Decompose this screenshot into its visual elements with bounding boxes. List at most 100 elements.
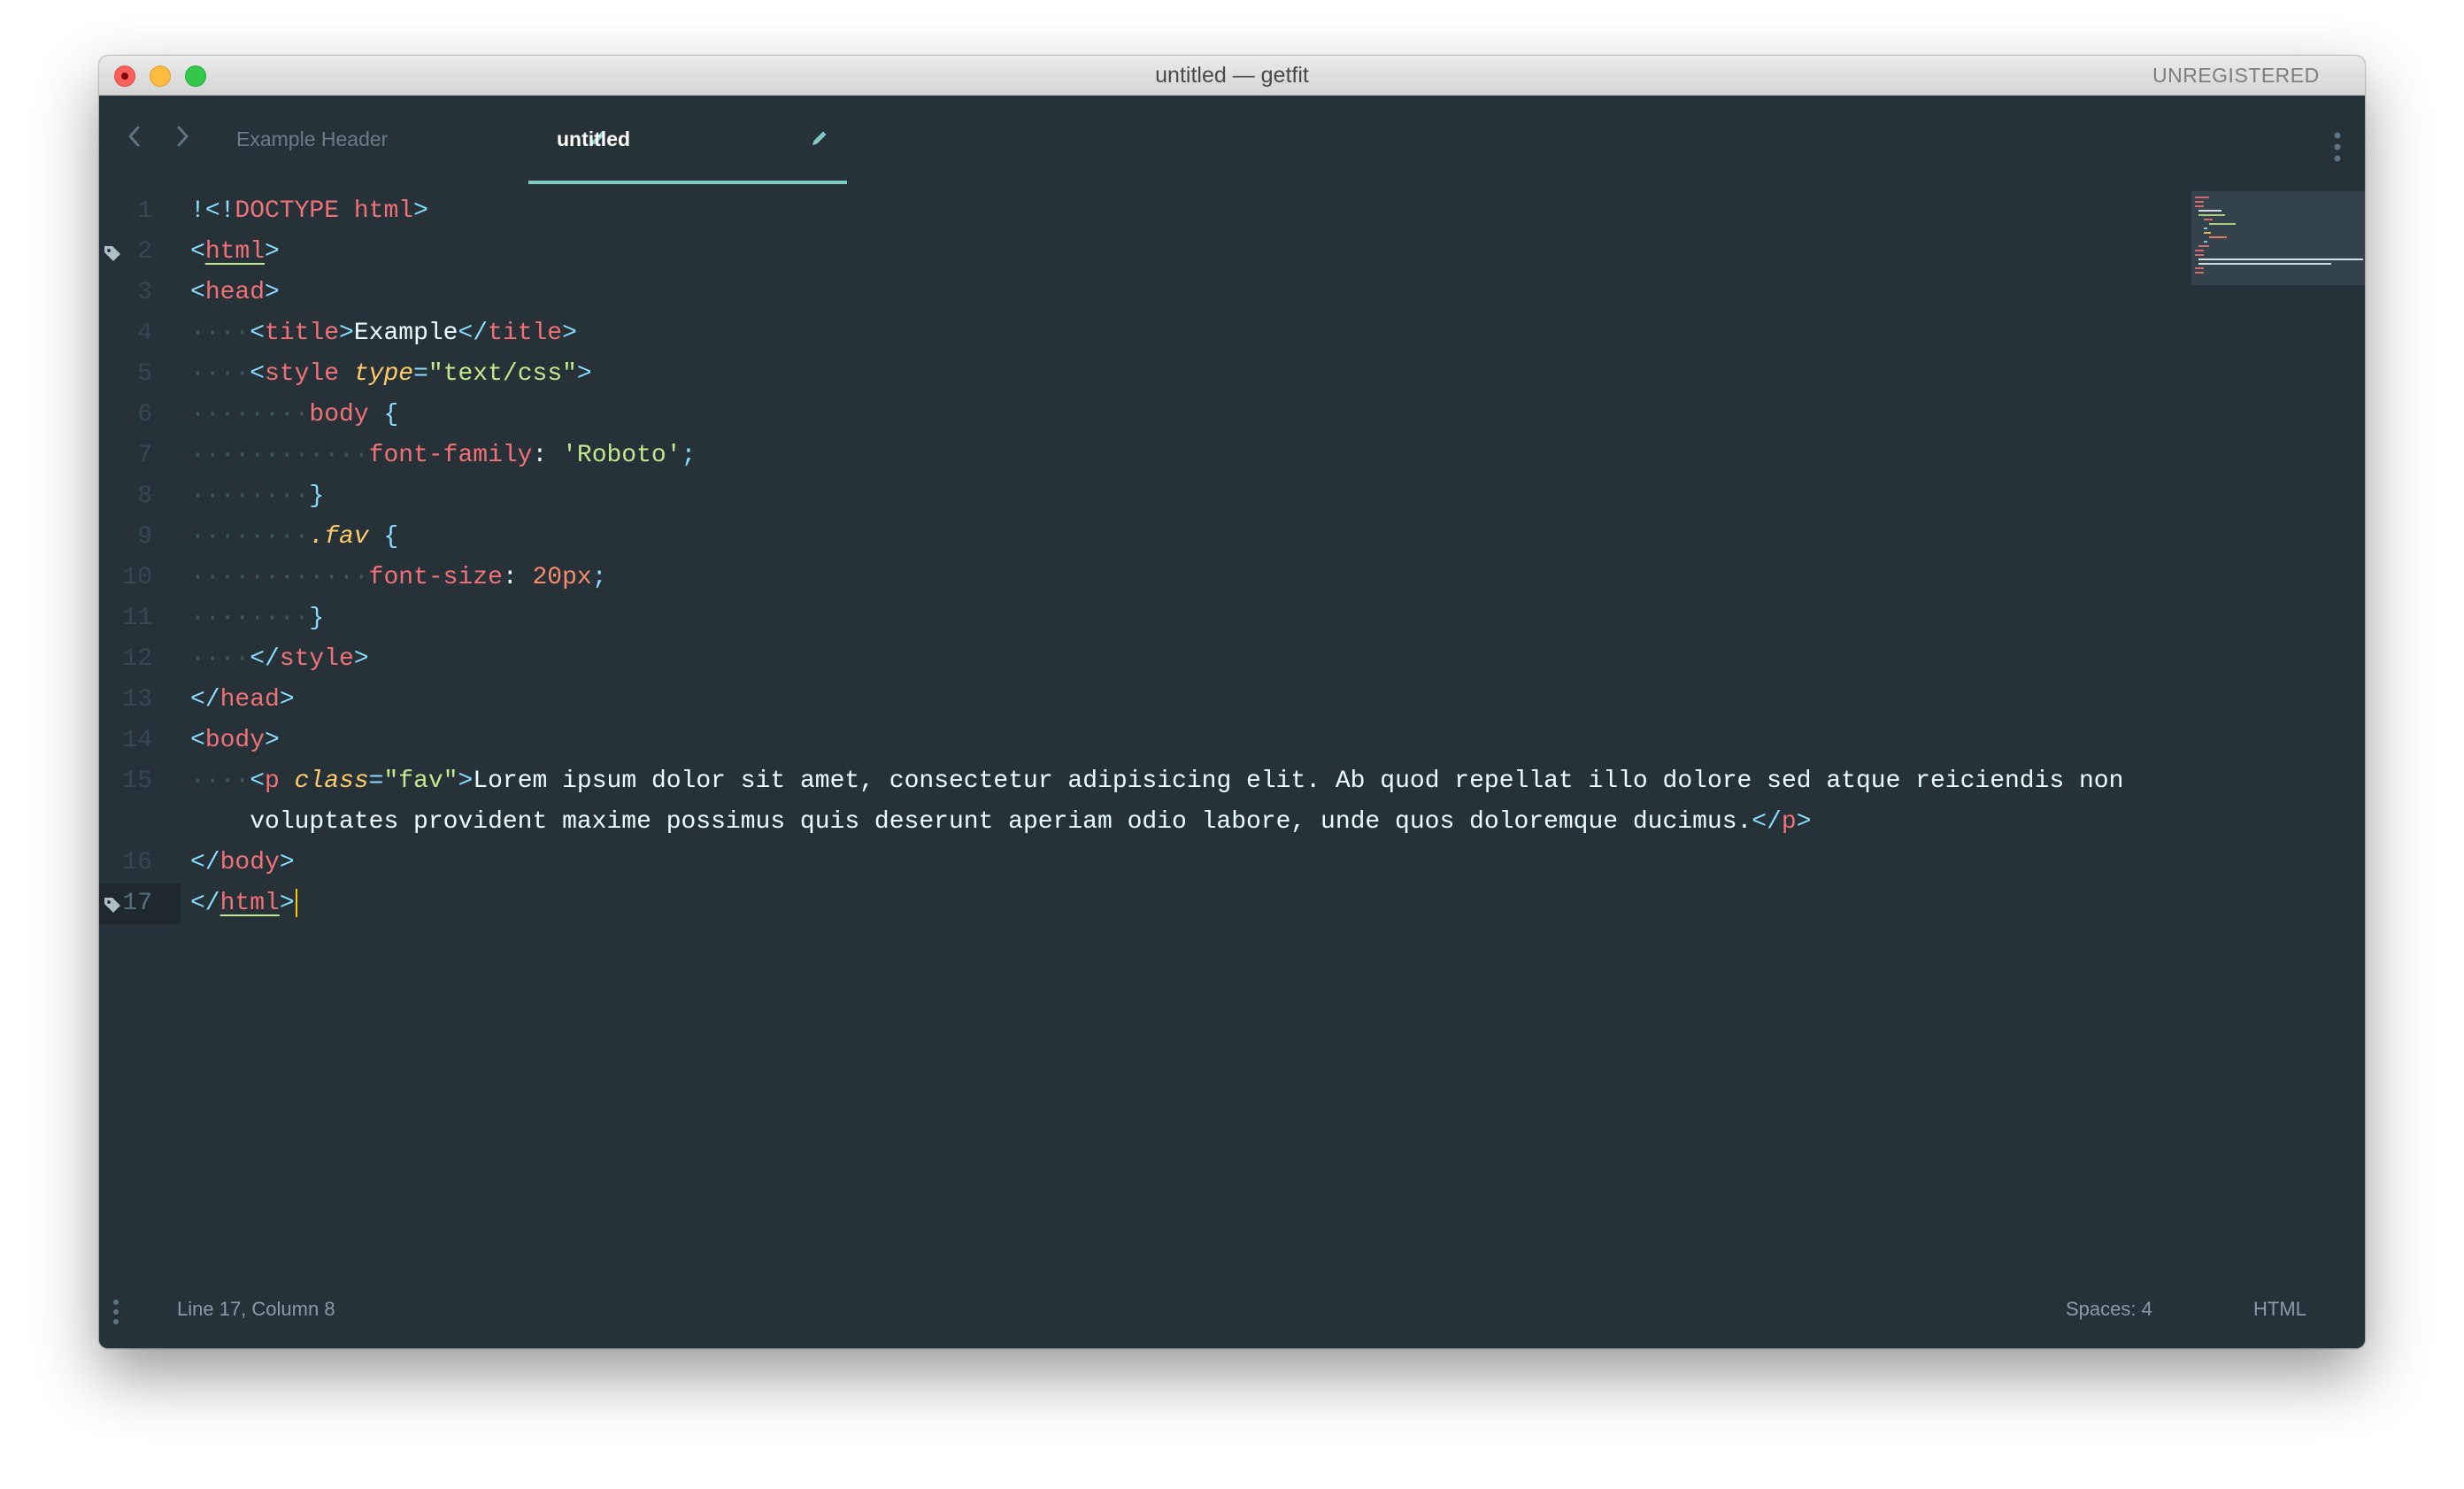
code-line[interactable]: 5 ····<style type="text/css"> (99, 354, 2365, 395)
code-line[interactable]: 12 ····</style> (99, 639, 2365, 680)
indentation-setting[interactable]: Spaces: 4 (2066, 1298, 2152, 1321)
bookmark-tag-icon[interactable] (103, 243, 122, 263)
editor-window: untitled — getfit UNREGISTERED Example H… (99, 56, 2365, 1348)
code-token: </ (190, 686, 220, 714)
code-token: ············ (190, 442, 369, 469)
minimap[interactable] (2191, 191, 2365, 285)
chevron-right-icon[interactable] (165, 117, 200, 156)
code-text: ········} (190, 476, 324, 517)
code-line[interactable]: 16 </body> (99, 843, 2365, 883)
line-number: 8 (137, 482, 152, 510)
vertical-dots-icon[interactable] (112, 1299, 119, 1325)
code-text: voluptates provident maxime possimus qui… (190, 802, 1812, 843)
code-token: type (353, 360, 414, 388)
code-text: <body> (190, 721, 280, 761)
code-token: ; (591, 564, 607, 591)
line-number: 4 (137, 320, 152, 347)
line-number: 9 (137, 523, 152, 551)
code-token: body (219, 849, 280, 876)
syntax-selector[interactable]: HTML (2253, 1298, 2306, 1321)
title-bar: untitled — getfit UNREGISTERED (99, 56, 2365, 96)
code-token: "fav" (383, 768, 458, 795)
code-text: ····</style> (190, 639, 369, 680)
cursor-position[interactable]: Line 17, Column 8 (177, 1298, 335, 1321)
code-line[interactable]: 13 </head> (99, 680, 2365, 721)
code-text: ········.fav { (190, 517, 398, 558)
code-token: font-family (368, 442, 533, 469)
code-token: Lorem ipsum dolor sit amet, consectetur … (473, 768, 2124, 795)
line-number: 5 (137, 360, 152, 388)
code-token: ···· (190, 768, 250, 795)
code-text: <head> (190, 273, 280, 313)
line-number: 7 (137, 442, 152, 469)
code-token: ; (681, 442, 697, 469)
tab-label: Example Header (236, 127, 389, 150)
line-number: 1 (137, 197, 152, 225)
code-token: title (265, 320, 340, 347)
code-token: > (576, 360, 592, 388)
bookmark-tag-icon[interactable] (103, 895, 122, 914)
code-token: ········ (190, 482, 310, 510)
code-token: head (204, 279, 266, 306)
code-token: > (265, 279, 280, 306)
code-token: html (219, 890, 280, 917)
code-line[interactable]: 6 ········body { (99, 395, 2365, 436)
code-token: > (279, 686, 295, 714)
code-line[interactable]: voluptates provident maxime possimus qui… (99, 802, 2365, 843)
code-text: </head> (190, 680, 295, 721)
pencil-icon[interactable] (810, 128, 829, 148)
vertical-dots-icon[interactable] (2333, 131, 2342, 163)
code-token: < (250, 768, 266, 795)
code-line[interactable]: 9 ········.fav { (99, 517, 2365, 558)
code-token: { (383, 401, 399, 428)
code-line[interactable]: 11 ········} (99, 598, 2365, 639)
code-token: body (309, 401, 369, 428)
code-line[interactable]: 2 <html> (99, 232, 2365, 273)
code-token: 20px (532, 564, 592, 591)
text-cursor (295, 888, 297, 917)
code-text: ············font-family: 'Roboto'; (190, 436, 696, 476)
code-token: .fav (309, 523, 369, 551)
code-text: ········} (190, 598, 324, 639)
code-token: : (532, 442, 563, 469)
code-token: < (190, 238, 205, 266)
code-token: ···· (190, 360, 250, 388)
code-text: ····<title>Example</title> (190, 313, 577, 354)
code-line[interactable]: 15 ····<p class="fav">Lorem ipsum dolor s… (99, 761, 2365, 802)
code-text: </html> (190, 883, 297, 924)
line-number: 14 (122, 727, 152, 754)
code-token: < (250, 360, 266, 388)
code-token: </ (190, 890, 220, 917)
code-token: <! (204, 197, 235, 225)
code-token: = (413, 360, 428, 388)
code-line[interactable]: 4 ····<title>Example</title> (99, 313, 2365, 354)
code-line[interactable]: 10 ············font-size: 20px; (99, 558, 2365, 598)
code-token: class (294, 768, 369, 795)
code-token: = (368, 768, 384, 795)
code-line[interactable]: 8 ········} (99, 476, 2365, 517)
code-line[interactable]: 17 </html> (99, 883, 2365, 924)
window-title: untitled — getfit (1155, 63, 1309, 88)
code-token: > (279, 849, 295, 876)
code-token: ········ (190, 605, 310, 632)
tab-untitled[interactable]: untitled (528, 96, 847, 184)
chevron-left-icon[interactable] (117, 117, 152, 156)
code-token: < (190, 279, 205, 306)
line-number: 12 (122, 645, 152, 673)
code-editor[interactable]: 1 !<!DOCTYPE html> 2 <html> 3 <head> 4 ····<tit… (99, 184, 2365, 1273)
code-token: html (204, 238, 266, 266)
code-token: "text/css" (427, 360, 577, 388)
code-token: ············ (190, 564, 369, 591)
code-line[interactable]: 7 ············font-family: 'Roboto'; (99, 436, 2365, 476)
code-token: < (190, 727, 205, 754)
code-token: ···· (190, 645, 250, 673)
code-line[interactable]: 3 <head> (99, 273, 2365, 313)
code-line[interactable]: 14 <body> (99, 721, 2365, 761)
minimap-preview (2195, 197, 2363, 274)
code-line[interactable]: 1 !<!DOCTYPE html> (99, 191, 2365, 232)
code-token: > (458, 768, 474, 795)
line-number: 15 (122, 768, 152, 795)
code-token: > (1796, 808, 1812, 836)
